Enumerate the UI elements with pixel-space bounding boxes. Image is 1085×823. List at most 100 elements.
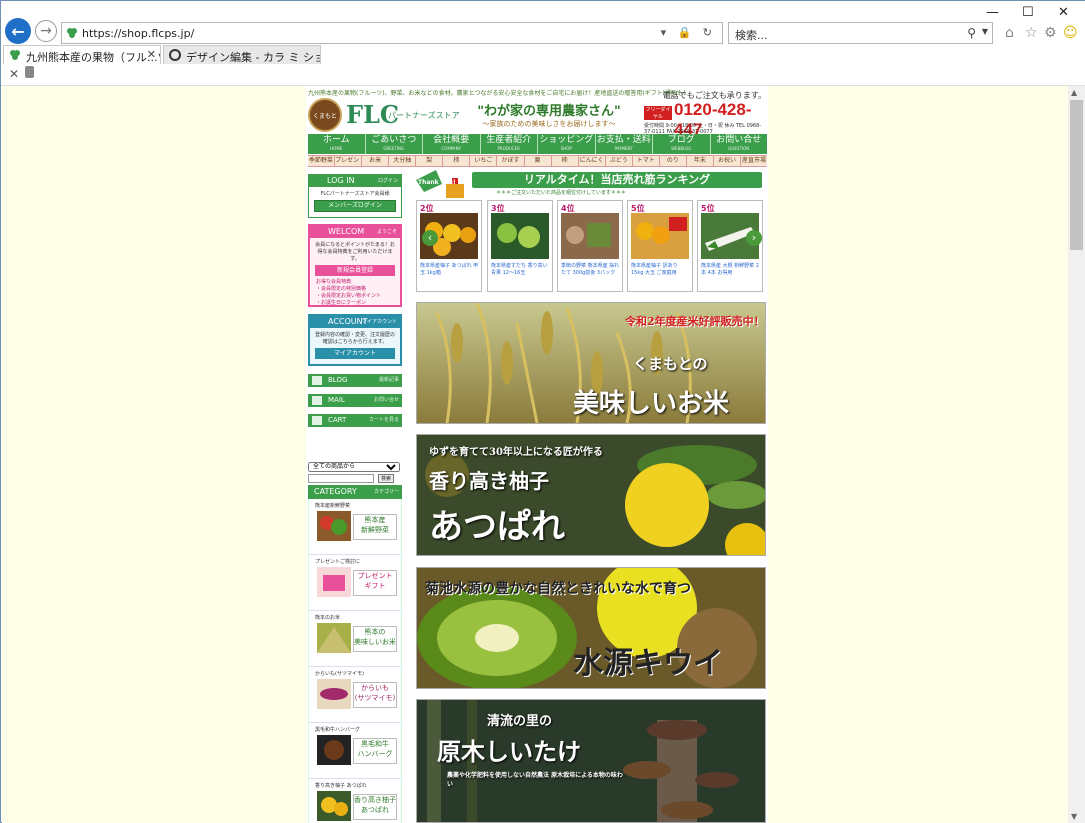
account-text: 登録内容の確認・変更、注文履歴の確認はこちらから行えます。 <box>314 332 395 345</box>
banner-yuzu[interactable]: ゆずを育てて30年以上になる匠が作る 香り高き柚子 あつぱれ <box>416 434 766 556</box>
banner-kiwi[interactable]: 菊池水源の豊かな自然ときれいな水で育つ 水源キウイ <box>416 567 766 689</box>
subnav-item[interactable]: 産直市場 <box>741 156 767 166</box>
subnav-item[interactable]: 柿 <box>552 156 579 166</box>
welcome-box: WELCOM ようこそ 会員になるとポイントがたまる！お得な会員特典をご利用いた… <box>308 224 402 307</box>
nav-contact[interactable]: お問い合せ QUESTION <box>711 134 768 154</box>
ranking-item[interactable]: 4位 季節の野菜 熊本県産 採れたて 300g前後 3パック <box>557 200 623 292</box>
banner-shiitake[interactable]: 清流の里の 原木しいたけ 農薬や化学肥料を使用しない自然農法 原木栽培による本物… <box>416 699 766 823</box>
subnav-item[interactable]: かぼす <box>497 156 525 166</box>
cart-button[interactable]: CART カートを見る <box>308 414 402 427</box>
category-item-hamburg[interactable]: 黒毛和牛ハンバーグ 黒毛和牛 ハンバーグ <box>309 723 401 779</box>
login-header: LOG IN ログイン <box>309 175 401 187</box>
subnav-item[interactable]: 柿 <box>443 156 471 166</box>
nav-payment[interactable]: お支払・送料 PAYMENT <box>596 134 653 154</box>
subnav-item[interactable]: 大分柚 <box>389 156 417 166</box>
ranking-item[interactable]: 2位 熊本県産柚子 あつぱれ 甲玉 1kg箱 <box>416 200 482 292</box>
product-search-input[interactable] <box>308 474 374 483</box>
carousel-next-button[interactable]: › <box>746 230 762 246</box>
yuzu-image <box>317 791 351 821</box>
subnav-item[interactable]: 年末 <box>687 156 714 166</box>
nav-producer[interactable]: 生産者紹介 PRODUCER <box>481 134 538 154</box>
category-item-yuzu[interactable]: 香り高き柚子 あつぱれ 香り高き柚子 あつぱれ <box>309 779 401 823</box>
subnav-item[interactable]: トマト <box>633 156 660 166</box>
subnav-item[interactable]: にんにく <box>579 156 606 166</box>
scroll-up-icon[interactable]: ▲ <box>1071 88 1077 97</box>
logo-badge[interactable]: くまもと <box>308 98 342 132</box>
browser-window: ← → https://shop.flcps.jp/ ▾ 🔒 ↻ 検索... ⚲… <box>0 0 1085 823</box>
banner-rice-line1: 令和2年度産米好評販売中！ <box>625 315 765 328</box>
ranking-item[interactable]: 5位 熊本県産柚子 訳あり 15kg 大玉 ご家庭用 <box>627 200 693 292</box>
banner-rice[interactable]: 令和2年度産米好評販売中！ くまもとの 美味しいお米 <box>416 302 766 424</box>
search-scope-select[interactable]: 全ての商品から <box>308 462 400 472</box>
search-button[interactable]: 検索 <box>378 474 395 483</box>
address-tools[interactable]: ▾ 🔒 ↻ <box>661 26 716 39</box>
star-icon[interactable]: ☆ <box>1025 25 1038 41</box>
scroll-thumb[interactable] <box>1070 100 1083 250</box>
category-item-rice[interactable]: 熊本のお米 熊本の 美味しいお米 <box>309 611 401 667</box>
ranking-header: Thank You! リアルタイム！当店売れ筋ランキング ＊＊＊ご注文いただいた… <box>416 170 766 200</box>
subnav-item[interactable]: お祝い <box>714 156 741 166</box>
ranking-sub: ＊＊＊ご注文いただいた商品を順位付けしています＊＊＊ <box>496 190 626 196</box>
subnav-item[interactable]: 栗 <box>525 156 552 166</box>
category-item-sweet-potato[interactable]: からいも(サツマイモ) からいも (サツマイモ) <box>309 667 401 723</box>
ranking-item[interactable]: 3位 熊本県産すだち 香り高い青果 12～16玉 <box>487 200 553 292</box>
nav-home[interactable]: ホーム HOME <box>308 134 366 154</box>
hamburg-image <box>317 735 351 765</box>
login-box: LOG IN ログイン FLCパートナーズストア会員様 メンバーズログイン <box>308 174 402 218</box>
ranking-item[interactable]: 5位 熊本県産 大根 新鮮野菜 2本 4本 お得用 <box>697 200 763 292</box>
mail-button[interactable]: MAIL お問い合せ <box>308 394 402 407</box>
nav-shop[interactable]: ショッピング SHOP <box>538 134 596 154</box>
gear-icon[interactable]: ⚙ <box>1044 25 1057 41</box>
subnav-item[interactable]: のり <box>660 156 687 166</box>
subnav-item[interactable]: お米 <box>362 156 390 166</box>
banner-kiwi-line1: 菊池水源の豊かな自然ときれいな水で育つ <box>425 581 691 597</box>
close-icon[interactable]: ✕ <box>147 48 156 61</box>
rice-image <box>317 623 351 653</box>
subnav-item[interactable]: ぶどう <box>606 156 633 166</box>
scroll-down-icon[interactable]: ▼ <box>1071 812 1077 821</box>
close-window-button[interactable]: ✕ <box>1058 5 1069 20</box>
banner-kiwi-line2: 水源キウイ <box>573 646 723 681</box>
close-icon[interactable]: ✕ <box>9 67 19 81</box>
arrow-right-icon: → <box>40 23 52 39</box>
chevron-right-icon: › <box>751 231 757 244</box>
vertical-scrollbar[interactable]: ▲ ▼ <box>1068 86 1085 823</box>
banner-rice-line2: くまもとの <box>633 355 708 373</box>
carousel-prev-button[interactable]: ‹ <box>422 230 438 246</box>
home-icon[interactable]: ⌂ <box>1005 25 1014 41</box>
search-icon[interactable]: ⚲ <box>967 26 976 40</box>
blog-button[interactable]: BLOG 最新記事 <box>308 374 402 387</box>
browser-search-box[interactable]: 検索... ⚲ ▼ <box>728 22 993 44</box>
slogan: "わが家の専用農家さん" ～家族のための美味しさをお届けします～ <box>474 100 624 128</box>
my-account-button[interactable]: マイアカウント <box>315 348 395 359</box>
chevron-down-icon[interactable]: ▼ <box>982 27 988 36</box>
back-button[interactable]: ← <box>5 18 31 44</box>
banner-yuzu-line1: ゆずを育てて30年以上になる匠が作る <box>429 447 603 458</box>
members-login-button[interactable]: メンバーズログイン <box>314 200 396 212</box>
subnav-item[interactable]: 季節野菜 <box>308 156 336 166</box>
category-item-vegetables[interactable]: 熊本産新鮮野菜 熊本産 新鮮野菜 <box>309 499 401 555</box>
thank-you-graphic: Thank You! <box>416 170 468 200</box>
subnav-item[interactable]: プレゼント <box>335 156 363 166</box>
nav-company[interactable]: 会社概要 COMPANY <box>423 134 481 154</box>
minimize-button[interactable]: — <box>986 5 999 20</box>
phone-contact: 電話でもご注文も承ります。 フリーダイヤル 0120-428-447 受付時間 … <box>644 90 766 139</box>
vegetables-image <box>561 213 619 259</box>
welcome-header: WELCOM ようこそ <box>310 226 400 238</box>
address-bar[interactable]: https://shop.flcps.jp/ ▾ 🔒 ↻ <box>61 22 723 44</box>
register-button[interactable]: 新規会員登録 <box>315 265 395 276</box>
tab-design-edit[interactable]: デザイン編集 - カラ ミ ショップ <box>163 45 321 64</box>
nav-blog[interactable]: ブログ WEBBLOG <box>653 134 711 154</box>
smiley-icon[interactable]: ☺ <box>1063 25 1078 41</box>
account-box: ACCOUNT マイアカウント 登録内容の確認・変更、注文履歴の確認はこちらから… <box>308 314 402 366</box>
forward-button[interactable]: → <box>35 20 57 42</box>
subnav-item[interactable]: いちご <box>470 156 498 166</box>
thank-you-text: Thank You! <box>418 179 456 186</box>
global-nav: ホーム HOME ごあいさつ GREETING 会社概要 COMPANY 生産者紹介 P… <box>308 134 767 154</box>
maximize-button[interactable]: ☐ <box>1022 5 1034 20</box>
subnav-item[interactable]: 梨 <box>416 156 444 166</box>
shield-icon[interactable] <box>25 66 34 78</box>
tab-shop-home[interactable]: 九州熊本産の果物（フル...ツ... ✕ <box>3 45 161 64</box>
category-item-gift[interactable]: プレゼントご検討に プレゼント ギフト <box>309 555 401 611</box>
nav-greeting[interactable]: ごあいさつ GREETING <box>366 134 423 154</box>
